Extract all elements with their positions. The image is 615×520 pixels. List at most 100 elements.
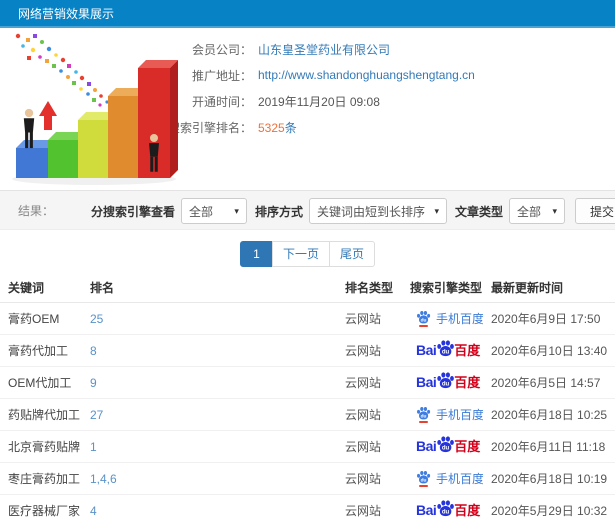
rank-cell: 8	[82, 334, 337, 367]
engine-select-value: 全部	[188, 204, 213, 219]
rank-cell: 1,4,6	[82, 462, 337, 495]
mobile-baidu-paw-icon: du	[416, 310, 431, 327]
page: 网络营销效果展示 会员公司： 山东皇圣堂药业有限公司 推广地址： http://…	[0, 0, 615, 520]
svg-text:du: du	[442, 381, 450, 388]
company-link[interactable]: 山东皇圣堂药业有限公司	[258, 41, 390, 58]
rank-count-unit-link[interactable]: 条	[285, 121, 297, 135]
up-arrow	[39, 101, 57, 130]
keyword-cell: 药贴牌代加工	[0, 398, 82, 431]
info-row-url: 推广地址： http://www.shandonghuangshengtang.…	[160, 62, 615, 88]
engine-cell: Bai du 百度	[402, 398, 483, 431]
svg-text:du: du	[442, 445, 450, 452]
col-rank: 排名	[82, 274, 337, 303]
next-page-button[interactable]: 下一页	[271, 241, 330, 267]
baidu-logo: Bai du 百度	[416, 372, 480, 389]
rank-count-value: 5325条	[258, 119, 297, 136]
baidu-logo: Bai du 百度	[416, 436, 480, 453]
engine-cell: Bai du 百度	[402, 494, 483, 520]
table-row: 膏药OEM 25 云网站 Bai du 百度	[0, 302, 615, 335]
rank-cell: 25	[82, 302, 337, 335]
baidu-logo: Bai du 百度	[416, 500, 480, 517]
mobile-baidu-badge: du 手机百度	[416, 406, 483, 423]
info-row-open-time: 开通时间： 2019年11月20日 09:08	[160, 88, 615, 114]
col-rank-type: 排名类型	[337, 274, 402, 303]
filter-controls: 分搜索引擎查看 全部 ▾ 排序方式 关键词由短到长排序 ▾ 文章类型 全部 ▾ …	[83, 191, 615, 231]
rank-type-cell: 云网站	[337, 430, 402, 463]
rank-link[interactable]: 1	[90, 440, 97, 454]
chevron-down-icon: ▾	[434, 205, 439, 216]
svg-text:du: du	[442, 509, 450, 516]
engine-select[interactable]: 全部 ▾	[180, 198, 247, 224]
engine-cell: Bai du 百度	[402, 334, 483, 367]
keyword-cell: 医疗器械厂家	[0, 494, 82, 520]
update-time-cell: 2020年6月11日 11:18	[483, 430, 615, 463]
promotion-url-link[interactable]: http://www.shandonghuangshengtang.cn	[258, 68, 475, 82]
sort-select[interactable]: 关键词由短到长排序 ▾	[308, 198, 447, 224]
table-row: 枣庄膏药加工 1,4,6 云网站 Bai du 百度	[0, 462, 615, 495]
rank-link[interactable]: 27	[90, 408, 103, 422]
info-list: 会员公司： 山东皇圣堂药业有限公司 推广地址： http://www.shand…	[160, 28, 615, 140]
result-label: 结果：	[18, 204, 55, 218]
update-time-cell: 2020年5月29日 10:32	[483, 494, 615, 520]
rank-type-cell: 云网站	[337, 462, 402, 495]
page-1-button[interactable]: 1	[239, 241, 273, 267]
confetti-dots	[15, 33, 109, 107]
chevron-down-icon: ▾	[552, 205, 557, 216]
mobile-baidu-paw-icon: du	[416, 470, 431, 487]
keyword-cell: OEM代加工	[0, 366, 82, 399]
svg-text:du: du	[442, 349, 450, 356]
pagination: 1 下一页 尾页	[0, 230, 615, 274]
baidu-paw-icon: du	[437, 500, 455, 517]
baidu-paw-icon: du	[437, 372, 455, 389]
svg-text:du: du	[421, 414, 427, 420]
info-section: 会员公司： 山东皇圣堂药业有限公司 推广地址： http://www.shand…	[0, 28, 615, 190]
engine-cell: Bai du 百度	[402, 430, 483, 463]
keyword-cell: 膏药代加工	[0, 334, 82, 367]
table-row: 药贴牌代加工 27 云网站 Bai du 百度	[0, 398, 615, 431]
table-header-row: 关键词 排名 排名类型 搜索引擎类型 最新更新时间	[0, 274, 615, 303]
engine-cell: Bai du 百度	[402, 302, 483, 335]
info-row-rank-count: 搜索引擎排名： 5325条	[160, 114, 615, 140]
bar-chart-growth-illustration	[2, 30, 187, 188]
mobile-baidu-badge: du 手机百度	[416, 470, 483, 487]
rank-link[interactable]: 1,4,6	[90, 472, 117, 486]
update-time-cell: 2020年6月5日 14:57	[483, 366, 615, 399]
baidu-paw-icon: du	[437, 340, 455, 357]
last-page-button[interactable]: 尾页	[329, 241, 376, 267]
table-row: 北京膏药贴牌 1 云网站 Bai du 百度 2020年6月11日 11:18	[0, 430, 615, 463]
rank-cell: 9	[82, 366, 337, 399]
engine-cell: Bai du 百度	[402, 462, 483, 495]
rank-count-number: 5325	[258, 120, 285, 135]
update-time-cell: 2020年6月18日 10:25	[483, 398, 615, 431]
rank-link[interactable]: 8	[90, 344, 97, 358]
page-title: 网络营销效果展示	[18, 7, 115, 21]
table-row: 膏药代加工 8 云网站 Bai du 百度 2020年6月10日 13:40	[0, 334, 615, 367]
table-row: OEM代加工 9 云网站 Bai du 百度 2020年6月5日 14:57	[0, 366, 615, 399]
submit-button[interactable]: 提交	[574, 198, 615, 224]
rank-link[interactable]: 25	[90, 312, 103, 326]
article-type-select-value: 全部	[516, 204, 541, 219]
rank-link[interactable]: 4	[90, 504, 97, 518]
article-type-select[interactable]: 全部 ▾	[508, 198, 565, 224]
rank-type-cell: 云网站	[337, 398, 402, 431]
col-engine-type: 搜索引擎类型	[402, 274, 483, 303]
article-type-label: 文章类型	[454, 204, 503, 219]
page-header: 网络营销效果展示	[0, 0, 615, 28]
engine-filter-label: 分搜索引擎查看	[90, 204, 175, 219]
engine-cell: Bai du 百度	[402, 366, 483, 399]
mobile-baidu-badge: du 手机百度	[416, 310, 483, 327]
baidu-paw-icon: du	[437, 436, 455, 453]
rank-cell: 4	[82, 494, 337, 520]
rank-type-cell: 云网站	[337, 494, 402, 520]
rank-type-cell: 云网站	[337, 302, 402, 335]
sort-filter-label: 排序方式	[254, 204, 303, 219]
col-update-time: 最新更新时间	[483, 274, 615, 303]
baidu-logo: Bai du 百度	[416, 340, 480, 357]
sort-select-value: 关键词由短到长排序	[316, 204, 425, 219]
filter-bar: 结果： 分搜索引擎查看 全部 ▾ 排序方式 关键词由短到长排序 ▾ 文章类型 全…	[0, 190, 615, 230]
keyword-cell: 北京膏药贴牌	[0, 430, 82, 463]
rank-link[interactable]: 9	[90, 376, 97, 390]
update-time-cell: 2020年6月18日 10:19	[483, 462, 615, 495]
rank-type-cell: 云网站	[337, 366, 402, 399]
update-time-cell: 2020年6月10日 13:40	[483, 334, 615, 367]
